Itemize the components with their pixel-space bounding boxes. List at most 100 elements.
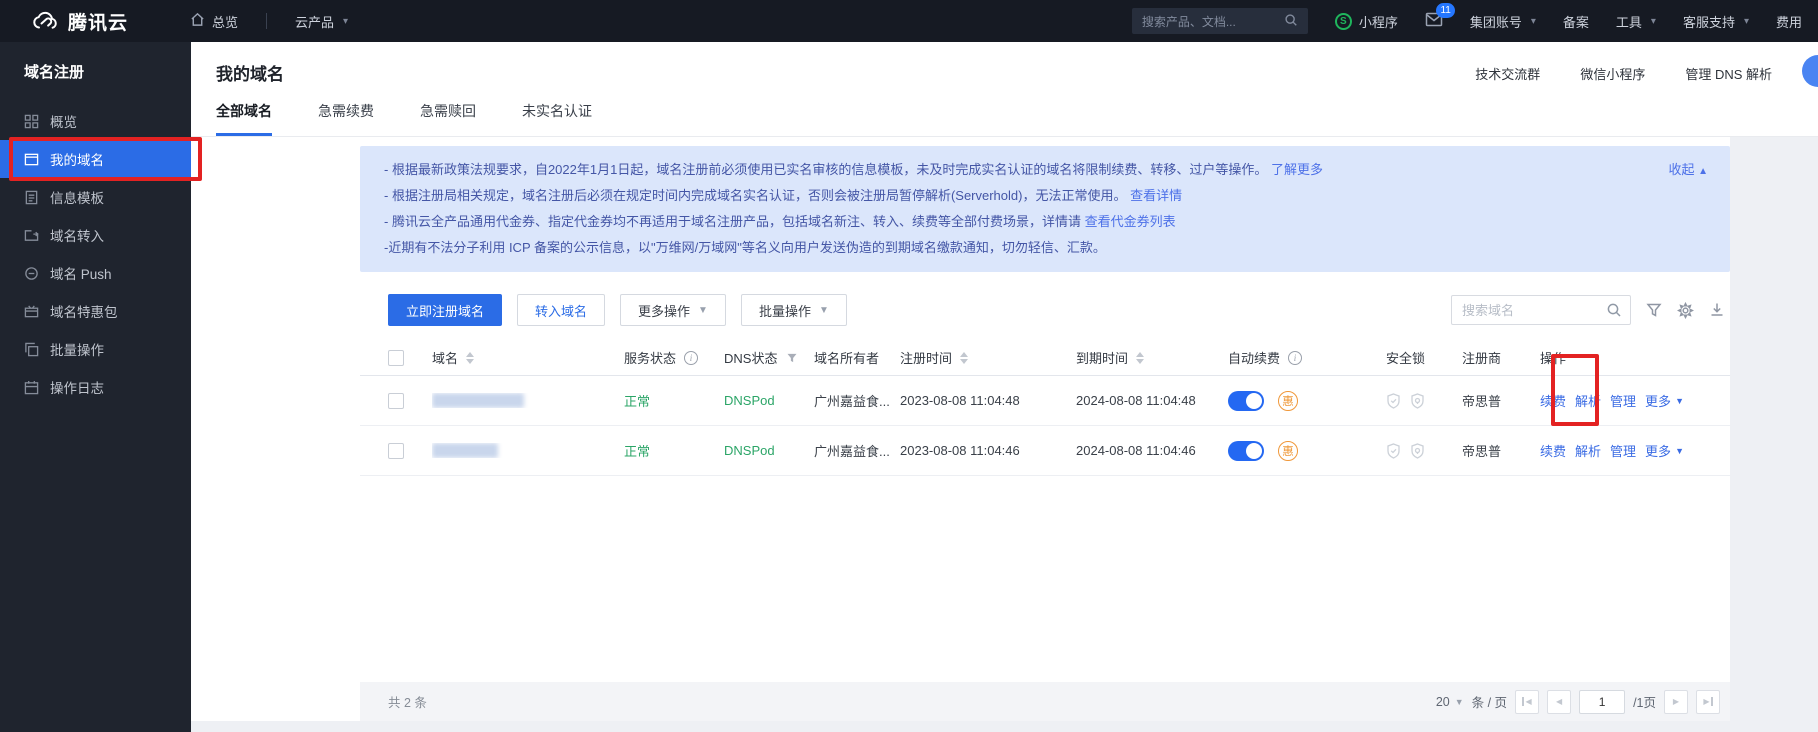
link-learn-more[interactable]: 了解更多	[1271, 162, 1323, 177]
chevron-down-icon: ▼	[819, 305, 829, 316]
sidebar-item-transfer-in[interactable]: 域名转入	[0, 216, 191, 254]
auto-renew-toggle[interactable]	[1228, 441, 1264, 461]
notice-line: - 根据最新政策法规要求，自2022年1月1日起，域名注册前必须使用已实名审核的…	[384, 157, 1640, 183]
register-domain-button[interactable]: 立即注册域名	[388, 294, 502, 326]
push-icon	[24, 266, 39, 281]
nav-group-account[interactable]: 集团账号 ▾	[1470, 12, 1536, 31]
tab-redeem-urgent[interactable]: 急需赎回	[420, 101, 476, 136]
sidebar-item-info-template[interactable]: 信息模板	[0, 178, 191, 216]
link-view-details[interactable]: 查看详情	[1130, 188, 1182, 203]
more-actions-button[interactable]: 更多操作 ▼	[620, 294, 726, 326]
right-gutter	[1730, 137, 1818, 732]
nav-support[interactable]: 客服支持 ▾	[1683, 12, 1749, 31]
transfer-domain-button[interactable]: 转入域名	[517, 294, 605, 326]
nav-messages[interactable]: 11	[1425, 12, 1443, 30]
filter-icon[interactable]	[786, 352, 798, 364]
prev-page-button[interactable]: ◀	[1547, 690, 1571, 714]
domain-search-input[interactable]	[1452, 296, 1630, 324]
chevron-down-icon: ▼	[1675, 446, 1684, 456]
package-icon	[24, 304, 39, 319]
search-icon[interactable]	[1606, 302, 1622, 323]
table-row: 正常 DNSPod 广州嘉益食... 2023-08-08 11:04:46 2…	[360, 426, 1730, 476]
page-size-select[interactable]: 20 ▼	[1436, 695, 1464, 709]
page-total-label: /1页	[1633, 692, 1656, 711]
row-checkbox[interactable]	[388, 393, 404, 409]
sidebar-item-overview[interactable]: 概览	[0, 102, 191, 140]
global-search-input[interactable]: 搜索产品、文档...	[1132, 8, 1308, 34]
nav-beian[interactable]: 备案	[1563, 12, 1589, 31]
registrar-name: 帝思普	[1462, 441, 1501, 460]
tab-not-verified[interactable]: 未实名认证	[522, 101, 592, 136]
notice-line: - 根据注册局相关规定，域名注册后必须在规定时间内完成域名实名认证，否则会被注册…	[384, 183, 1640, 209]
table-header-row: 域名 服务状态 i DNS状态	[360, 340, 1730, 376]
tab-renew-urgent[interactable]: 急需续费	[318, 101, 374, 136]
chevron-down-icon: ▼	[1675, 396, 1684, 406]
domain-owner: 广州嘉益食...	[814, 441, 890, 460]
notice-line: - 腾讯云全产品通用代金券、指定代金券均不再适用于域名注册产品，包括域名新注、转…	[384, 209, 1640, 235]
gear-icon[interactable]	[1677, 302, 1694, 319]
manage-link[interactable]: 管理	[1610, 391, 1636, 410]
dns-status-link[interactable]: DNSPod	[724, 443, 775, 458]
filter-icon[interactable]	[1646, 302, 1662, 318]
window-icon	[24, 152, 39, 167]
page-number-input[interactable]	[1579, 690, 1625, 714]
nav-fee[interactable]: 费用	[1776, 12, 1802, 31]
nav-overview[interactable]: 总览	[190, 12, 238, 31]
toggle-knob	[1246, 443, 1262, 459]
sidebar-item-my-domains[interactable]: 我的域名	[0, 140, 191, 178]
renew-link[interactable]: 续费	[1540, 391, 1566, 410]
mini-program-icon: S	[1335, 13, 1352, 30]
calendar-icon	[24, 380, 39, 395]
sidebar: 域名注册 概览 我的域名 信息模板	[0, 42, 191, 732]
tencent-cloud-logo[interactable]: 腾讯云	[0, 8, 128, 35]
first-page-button[interactable]: ◀	[1515, 690, 1539, 714]
tab-all-domains[interactable]: 全部域名	[216, 101, 272, 136]
more-link[interactable]: 更多 ▼	[1645, 441, 1684, 460]
batch-actions-button[interactable]: 批量操作 ▼	[741, 294, 847, 326]
sidebar-item-batch-operations[interactable]: 批量操作	[0, 330, 191, 368]
chevron-down-icon: ▼	[698, 305, 708, 316]
nav-products-menu[interactable]: 云产品 ▾	[295, 12, 348, 31]
sidebar-item-special-package[interactable]: 域名特惠包	[0, 292, 191, 330]
tencent-cloud-console: 腾讯云 总览 云产品 ▾ 搜索产品、文档...	[0, 0, 1818, 732]
toolbar: 立即注册域名 转入域名 更多操作 ▼ 批量操作 ▼	[360, 294, 1730, 326]
next-page-button[interactable]: ▶	[1664, 690, 1688, 714]
content-area: - 根据最新政策法规要求，自2022年1月1日起，域名注册前必须使用已实名审核的…	[191, 137, 1818, 732]
manage-link[interactable]: 管理	[1610, 441, 1636, 460]
shield-lock-icon	[1410, 393, 1425, 409]
table-row: 正常 DNSPod 广州嘉益食... 2023-08-08 11:04:48 2…	[360, 376, 1730, 426]
nav-mini-program[interactable]: S 小程序	[1335, 12, 1398, 31]
download-icon[interactable]	[1709, 302, 1725, 318]
sidebar-item-operation-logs[interactable]: 操作日志	[0, 368, 191, 406]
sort-icon[interactable]	[1136, 352, 1144, 364]
auto-renew-toggle[interactable]	[1228, 391, 1264, 411]
link-tech-group[interactable]: 技术交流群	[1475, 64, 1540, 83]
message-count-badge: 11	[1436, 3, 1454, 18]
main-header: 我的域名 技术交流群 微信小程序 管理 DNS 解析 全部域名 急需续费 急需赎…	[191, 42, 1818, 137]
pagination: 20 ▼ 条 / 页 ◀ ◀ /1页 ▶ ▶	[1436, 690, 1730, 714]
home-icon	[190, 12, 205, 30]
link-wechat-mini-program[interactable]: 微信小程序	[1580, 64, 1645, 83]
dns-resolve-link[interactable]: 解析	[1575, 391, 1601, 410]
status-badge: 正常	[624, 441, 650, 460]
nav-tools[interactable]: 工具 ▾	[1616, 12, 1656, 31]
last-page-button[interactable]: ▶	[1696, 690, 1720, 714]
sort-icon[interactable]	[960, 352, 968, 364]
link-manage-dns[interactable]: 管理 DNS 解析	[1685, 64, 1772, 83]
info-icon[interactable]: i	[684, 351, 698, 365]
chevron-down-icon: ▾	[1744, 16, 1749, 27]
redacted-domain-name	[432, 443, 498, 458]
collapse-notice-button[interactable]: 收起 ▲	[1668, 157, 1708, 185]
link-voucher-list[interactable]: 查看代金券列表	[1085, 214, 1176, 229]
row-checkbox[interactable]	[388, 443, 404, 459]
sidebar-item-domain-push[interactable]: 域名 Push	[0, 254, 191, 292]
info-icon[interactable]: i	[1288, 351, 1302, 365]
more-link[interactable]: 更多 ▼	[1645, 391, 1684, 410]
select-all-checkbox[interactable]	[388, 350, 404, 366]
dns-status-link[interactable]: DNSPod	[724, 393, 775, 408]
content-wrapper: - 根据最新政策法规要求，自2022年1月1日起，域名注册前必须使用已实名审核的…	[360, 146, 1730, 476]
tabs: 全部域名 急需续费 急需赎回 未实名认证	[216, 101, 592, 136]
renew-link[interactable]: 续费	[1540, 441, 1566, 460]
dns-resolve-link[interactable]: 解析	[1575, 441, 1601, 460]
sort-icon[interactable]	[466, 352, 474, 364]
